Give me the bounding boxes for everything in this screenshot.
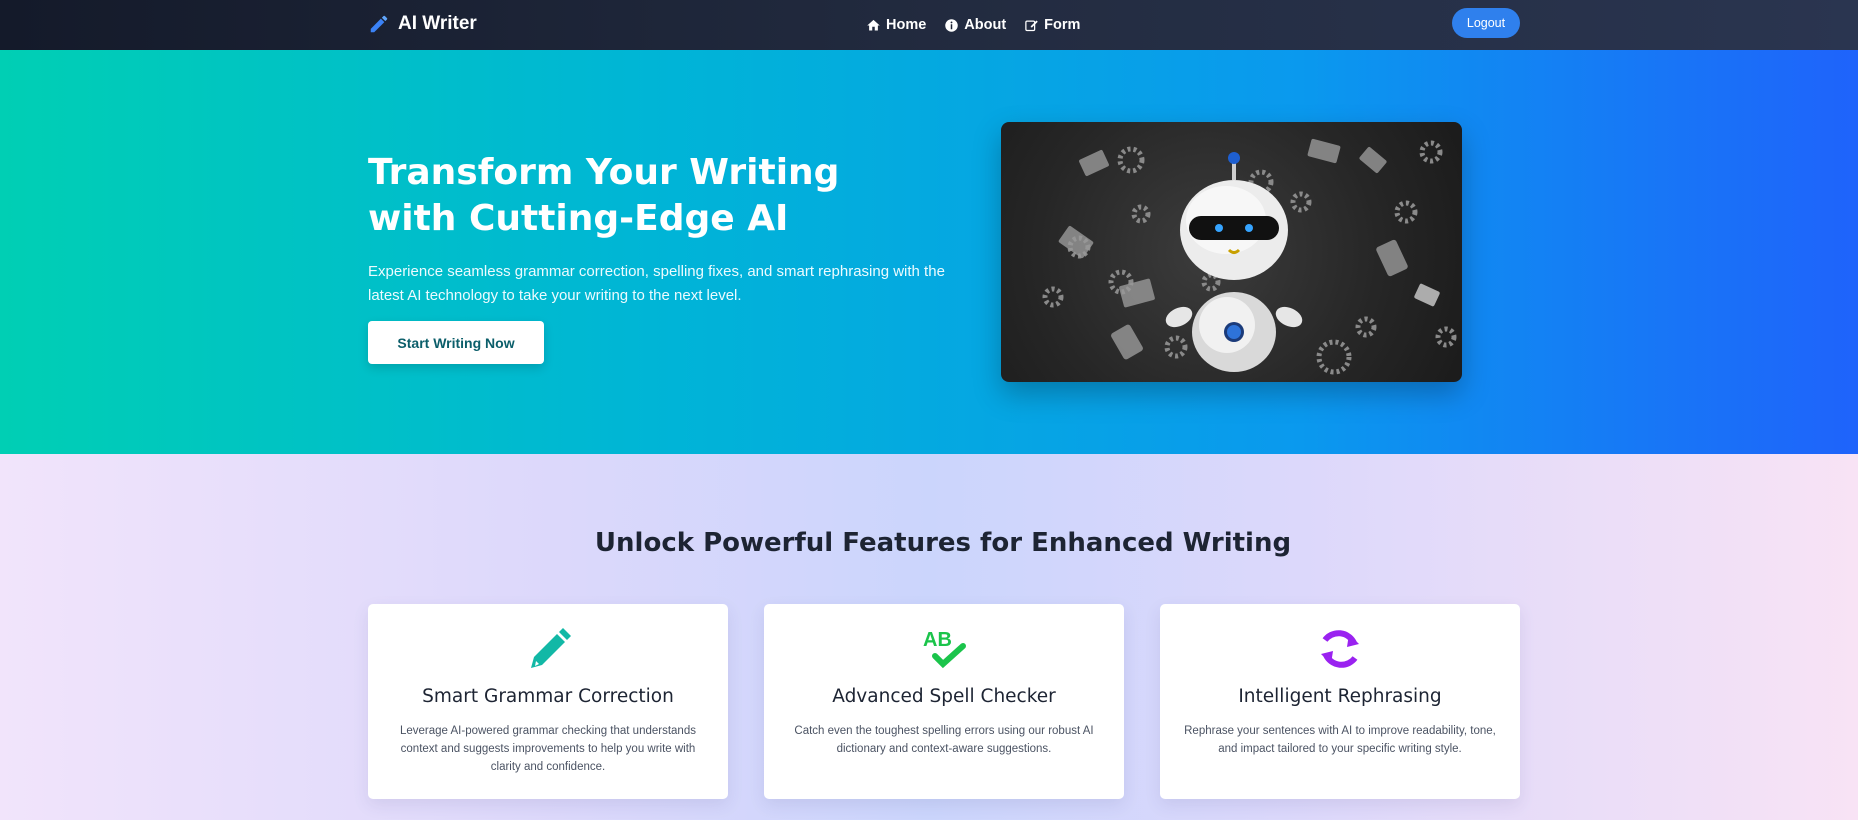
- feature-title: Smart Grammar Correction: [422, 686, 674, 707]
- robot-illustration: [1001, 122, 1462, 382]
- brand-name: AI Writer: [398, 13, 477, 34]
- pencil-icon: [523, 626, 573, 672]
- nav-links: Home About Form: [866, 14, 1080, 36]
- home-icon: [867, 19, 880, 30]
- sync-icon: [1315, 626, 1365, 672]
- edit-icon: [1025, 20, 1038, 31]
- pencil-icon: [370, 15, 388, 33]
- nav-form-label: Form: [1044, 17, 1081, 33]
- spell-check-icon: AB: [919, 626, 969, 672]
- nav-home-label: Home: [886, 17, 927, 33]
- features-title: Unlock Powerful Features for Enhanced Wr…: [594, 528, 1292, 558]
- nav-home-link[interactable]: Home: [866, 17, 926, 33]
- feature-description: Catch even the toughest spelling errors …: [794, 725, 1094, 755]
- feature-title: Intelligent Rephrasing: [1238, 686, 1442, 707]
- feature-description: Leverage AI-powered grammar checking tha…: [400, 725, 696, 773]
- logout-button[interactable]: Logout: [1452, 8, 1520, 38]
- feature-description: Rephrase your sentences with AI to impro…: [1184, 725, 1496, 755]
- robot-image: [1042, 138, 1457, 375]
- start-writing-button[interactable]: Start Writing Now: [368, 321, 544, 364]
- svg-text:AB: AB: [923, 629, 952, 651]
- features-section: Unlock Powerful Features for Enhanced Wr…: [0, 454, 1858, 820]
- brand-logo[interactable]: AI Writer: [368, 11, 477, 37]
- hero-section: Transform Your Writing with Cutting-Edge…: [0, 50, 1858, 454]
- nav-about-label: About: [964, 17, 1007, 33]
- info-icon: [945, 18, 959, 32]
- hero-subtitle: Experience seamless grammar correction, …: [368, 263, 945, 304]
- nav-form-link[interactable]: Form: [1024, 17, 1080, 33]
- nav-about-link[interactable]: About: [944, 17, 1006, 33]
- feature-card-rephrase: Intelligent Rephrasing Rephrase your sen…: [1160, 604, 1520, 799]
- top-navbar: AI Writer Home About Form Logout: [0, 0, 1858, 50]
- hero-title: Transform Your Writing with Cutting-Edge…: [368, 152, 840, 239]
- feature-card-grammar: Smart Grammar Correction Leverage AI-pow…: [368, 604, 728, 799]
- feature-title: Advanced Spell Checker: [832, 686, 1056, 707]
- feature-card-spell: AB Advanced Spell Checker Catch even the…: [764, 604, 1124, 799]
